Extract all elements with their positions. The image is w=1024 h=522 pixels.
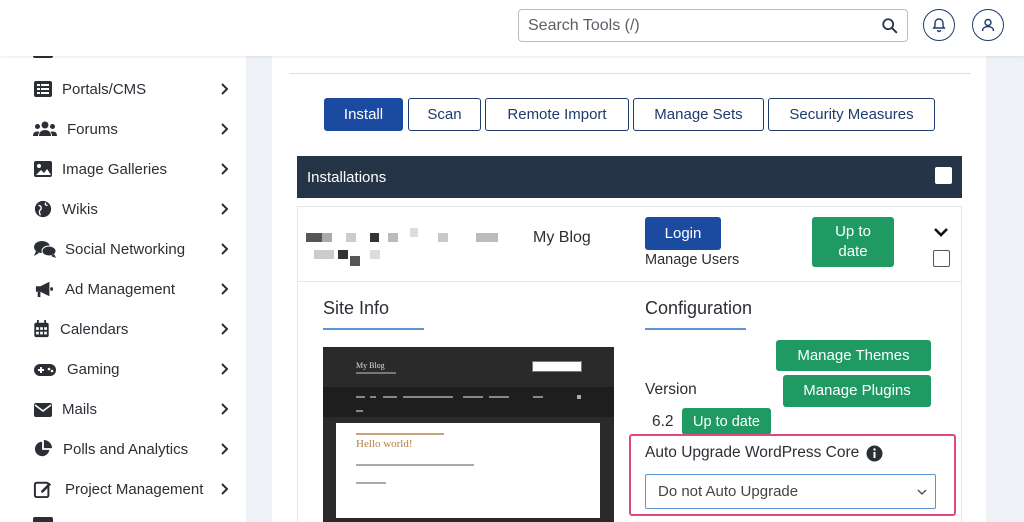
version-label: Version: [645, 381, 697, 398]
site-info-title: Site Info: [323, 298, 390, 318]
auto-upgrade-selected-value: Do not Auto Upgrade: [658, 483, 799, 500]
sidebar-item-project-management[interactable]: Project Management: [0, 469, 246, 509]
user-icon: [981, 18, 995, 32]
sidebar-item-partial-bottom[interactable]: [33, 517, 53, 522]
chevron-right-icon: [221, 83, 229, 95]
chevron-right-icon: [221, 323, 229, 335]
chevron-right-icon: [221, 163, 229, 175]
calendar-icon: [34, 320, 49, 338]
chevron-right-icon: [221, 483, 229, 495]
chevron-down-icon[interactable]: [933, 227, 949, 239]
sidebar-item-image-galleries[interactable]: Image Galleries: [0, 149, 246, 189]
chevron-right-icon: [221, 403, 229, 415]
login-button[interactable]: Login: [645, 217, 721, 250]
gamepad-icon: [34, 364, 56, 376]
update-status-button[interactable]: Up to date: [812, 217, 894, 267]
sidebar-item-polls-analytics[interactable]: Polls and Analytics: [0, 429, 246, 469]
sidebar-item-label: Image Galleries: [62, 160, 168, 178]
row-checkbox[interactable]: [933, 250, 950, 267]
chevron-right-icon: [221, 443, 229, 455]
tab-remote-import[interactable]: Remote Import: [485, 98, 629, 131]
top-bar: [0, 0, 1024, 56]
edit-icon: [33, 481, 52, 498]
sidebar-item-ad-management[interactable]: Ad Management: [0, 269, 246, 309]
notifications-button[interactable]: [923, 9, 955, 41]
sidebar-item-label: Mails: [62, 400, 98, 418]
search-icon[interactable]: [881, 17, 899, 35]
bell-icon: [932, 18, 946, 33]
preview-search: [532, 361, 582, 372]
preview-tagline: [356, 372, 396, 374]
list-icon: [34, 81, 52, 97]
sidebar-item-forums[interactable]: Forums: [0, 109, 246, 149]
version-value: 6.2: [652, 413, 674, 430]
sidebar-item-label: Gaming: [67, 360, 120, 378]
preview-content: Hello world!: [336, 423, 600, 518]
sidebar-item-label: Wikis: [62, 200, 98, 218]
preview-blog-title: My Blog: [356, 361, 385, 370]
image-icon: [34, 161, 52, 177]
sidebar-item-label: Forums: [67, 120, 118, 138]
auto-upgrade-select[interactable]: Do not Auto Upgrade: [645, 474, 936, 509]
sidebar-item-gaming[interactable]: Gaming: [0, 349, 246, 389]
configuration-underline: [645, 328, 746, 330]
tab-manage-sets[interactable]: Manage Sets: [633, 98, 764, 131]
installations-title: Installations: [307, 168, 387, 186]
configuration-title: Configuration: [645, 298, 753, 318]
site-info-underline: [323, 328, 424, 330]
manage-plugins-button[interactable]: Manage Plugins: [783, 375, 931, 407]
sidebar-item-calendars[interactable]: Calendars: [0, 309, 246, 349]
chevron-right-icon: [221, 203, 229, 215]
chevron-right-icon: [221, 283, 229, 295]
chevron-down-icon: [917, 489, 927, 496]
sidebar-item-wikis[interactable]: Wikis: [0, 189, 246, 229]
sidebar-item-label: Ad Management: [65, 280, 176, 298]
chevron-right-icon: [221, 243, 229, 255]
preview-post-title: Hello world!: [356, 438, 413, 450]
sidebar: Portals/CMS Forums Image Galleries Wikis…: [0, 56, 246, 522]
search-box[interactable]: [518, 9, 908, 42]
sidebar-item-label: Project Management: [65, 480, 204, 498]
manage-themes-button[interactable]: Manage Themes: [776, 340, 931, 371]
chevron-right-icon: [221, 123, 229, 135]
manage-users-link[interactable]: Manage Users: [645, 252, 739, 268]
chevron-right-icon: [221, 363, 229, 375]
installations-header: Installations: [297, 156, 962, 198]
sidebar-item-social-networking[interactable]: Social Networking: [0, 229, 246, 269]
sidebar-item-label: Polls and Analytics: [63, 440, 189, 458]
sidebar-item-portals-cms[interactable]: Portals/CMS: [0, 69, 246, 109]
search-input[interactable]: [519, 10, 859, 41]
user-menu-button[interactable]: [972, 9, 1004, 41]
auto-upgrade-label: Auto Upgrade WordPress Core: [645, 444, 860, 461]
comments-icon: [34, 241, 57, 258]
megaphone-icon: [35, 281, 53, 298]
sidebar-item-label: Calendars: [60, 320, 129, 338]
users-icon: [33, 121, 57, 136]
envelope-icon: [34, 403, 52, 417]
preview-nav: [323, 387, 614, 417]
sidebar-item-mails[interactable]: Mails: [0, 389, 246, 429]
sidebar-item-label: Portals/CMS: [62, 80, 147, 98]
site-preview-image[interactable]: My Blog Hello world!: [323, 347, 614, 522]
tab-install[interactable]: Install: [324, 98, 403, 131]
sidebar-item-label: Social Networking: [65, 240, 186, 258]
site-name[interactable]: My Blog: [533, 229, 591, 247]
tab-scan[interactable]: Scan: [408, 98, 481, 131]
pie-chart-icon: [34, 440, 52, 457]
tab-security-measures[interactable]: Security Measures: [768, 98, 935, 131]
select-all-checkbox[interactable]: [935, 167, 952, 184]
info-icon[interactable]: [866, 445, 883, 462]
divider: [289, 73, 971, 74]
sidebar-item-partial-top[interactable]: [33, 56, 53, 58]
globe-icon: [34, 200, 52, 218]
version-status-badge: Up to date: [682, 408, 771, 435]
